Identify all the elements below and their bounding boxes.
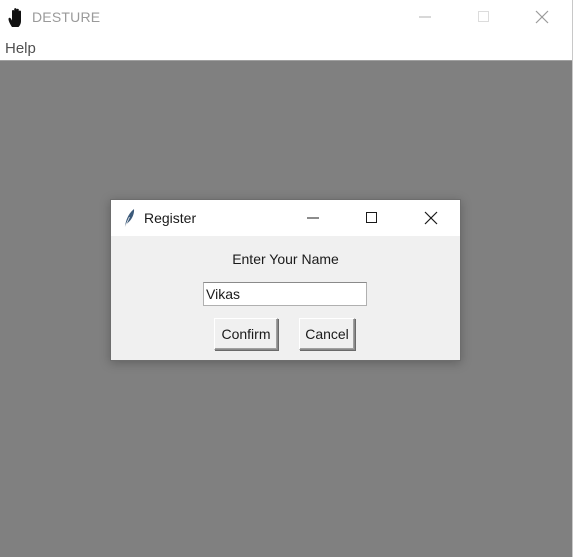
cancel-button[interactable]: Cancel (299, 318, 355, 350)
dialog-close-button[interactable] (401, 200, 459, 236)
dialog-titlebar[interactable]: Register (111, 200, 460, 236)
dialog-body: Enter Your Name Confirm Cancel (111, 236, 460, 360)
dialog-minimize-button[interactable] (283, 200, 341, 236)
dialog-title: Register (144, 210, 197, 226)
maximize-button[interactable] (455, 0, 513, 34)
maximize-icon (366, 212, 377, 223)
maximize-icon (478, 11, 489, 22)
dialog-maximize-button[interactable] (342, 200, 400, 236)
main-titlebar[interactable]: DESTURE (0, 0, 572, 36)
close-icon (424, 211, 438, 225)
feather-icon (122, 208, 136, 228)
minimize-icon (419, 16, 431, 18)
hand-icon (7, 7, 27, 29)
register-dialog: Register Enter Your Name Conf (110, 199, 461, 361)
window-title: DESTURE (32, 9, 101, 25)
close-icon (535, 10, 549, 24)
main-window: DESTURE Help Register Enter Your Name Vi… (0, 0, 573, 557)
confirm-button[interactable]: Confirm (214, 318, 278, 350)
name-input[interactable] (203, 282, 367, 306)
minimize-icon (307, 217, 319, 219)
menubar: Help (0, 36, 572, 61)
name-prompt-label: Enter Your Name (232, 251, 339, 267)
menu-help[interactable]: Help (5, 40, 36, 57)
minimize-button[interactable] (396, 0, 454, 34)
close-button[interactable] (513, 0, 571, 34)
